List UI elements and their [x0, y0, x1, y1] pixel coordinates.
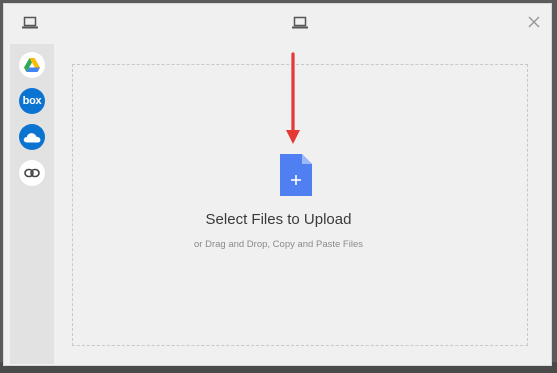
source-sidebar: box	[10, 44, 54, 364]
google-drive-icon	[24, 58, 40, 72]
file-add-icon[interactable]	[280, 154, 312, 196]
google-drive-button[interactable]	[19, 52, 45, 78]
onedrive-icon	[23, 132, 41, 142]
laptop-icon[interactable]	[292, 16, 308, 30]
close-icon[interactable]	[527, 15, 541, 29]
box-button[interactable]: box	[19, 88, 45, 114]
onedrive-button[interactable]	[19, 124, 45, 150]
link-icon	[24, 168, 40, 178]
upload-title[interactable]: Select Files to Upload	[0, 211, 557, 228]
upload-dialog: box	[3, 3, 552, 366]
laptop-icon[interactable]	[22, 16, 38, 30]
link-button[interactable]	[19, 160, 45, 186]
upload-subtitle: or Drag and Drop, Copy and Paste Files	[194, 239, 363, 250]
box-icon: box	[22, 95, 42, 107]
down-arrow-icon	[286, 52, 300, 144]
